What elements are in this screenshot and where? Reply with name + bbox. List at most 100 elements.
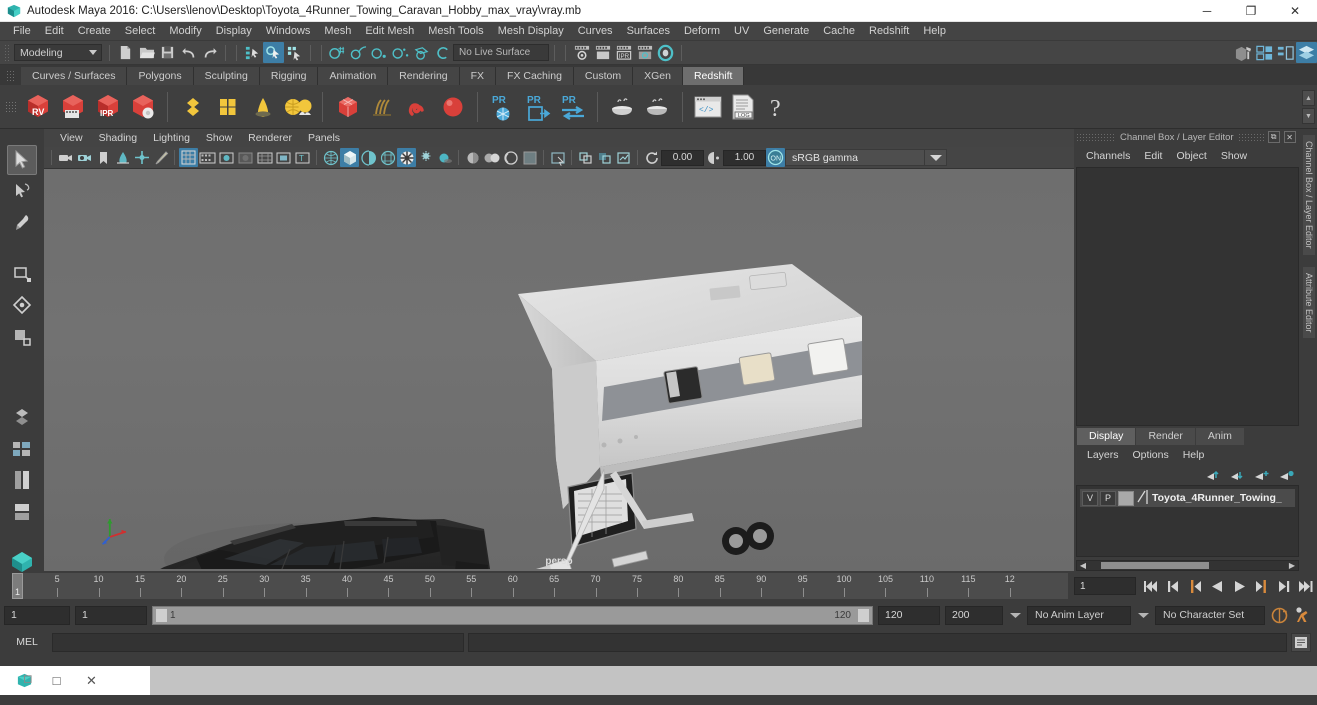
- shelf-button-redshift-help[interactable]: ?: [760, 87, 795, 127]
- field-chart-icon[interactable]: [255, 148, 274, 167]
- channel-box-content[interactable]: [1076, 167, 1299, 426]
- scroll-right-arrow[interactable]: ▶: [1286, 561, 1298, 570]
- go-to-end-button[interactable]: [1296, 576, 1315, 596]
- menu-mesh-tools[interactable]: Mesh Tools: [421, 22, 490, 41]
- step-forward-frame-button[interactable]: [1252, 576, 1271, 596]
- character-set-selector[interactable]: No Character Set: [1155, 605, 1265, 625]
- create-layer-from-selected-icon[interactable]: [1279, 469, 1295, 482]
- menu-generate[interactable]: Generate: [756, 22, 816, 41]
- range-end-time-field[interactable]: 120: [878, 605, 940, 625]
- taskbar-restore-button[interactable]: □: [39, 666, 74, 695]
- close-dock-icon[interactable]: ✕: [1283, 131, 1296, 143]
- image-plane-icon[interactable]: [113, 148, 132, 167]
- shelf-button-redshift-render-settings[interactable]: [125, 87, 160, 127]
- show-attribute-editor-button[interactable]: [1254, 42, 1275, 63]
- menu-edit-mesh[interactable]: Edit Mesh: [358, 22, 421, 41]
- menu-surfaces[interactable]: Surfaces: [620, 22, 677, 41]
- move-layer-down-icon[interactable]: [1230, 469, 1245, 482]
- select-by-object-type-button[interactable]: [263, 42, 284, 63]
- exposure-reset-icon[interactable]: [576, 148, 595, 167]
- redo-previous-render-button[interactable]: [592, 42, 613, 63]
- character-set-dropdown-arrow[interactable]: [1136, 612, 1150, 619]
- anim-start-time-field[interactable]: 1: [4, 605, 70, 625]
- menu-redshift[interactable]: Redshift: [862, 22, 916, 41]
- panel-menu-panels[interactable]: Panels: [300, 129, 348, 147]
- go-to-start-button[interactable]: [1142, 576, 1161, 596]
- shelf-button-redshift-render-sequence[interactable]: [55, 87, 90, 127]
- live-surface-field[interactable]: No Live Surface: [453, 44, 549, 61]
- undock-icon[interactable]: ⧉: [1267, 131, 1280, 143]
- range-start-time-field[interactable]: 1: [75, 605, 147, 625]
- minimize-button[interactable]: ─: [1185, 0, 1229, 22]
- close-button[interactable]: ✕: [1273, 0, 1317, 22]
- layout-single-perspective-button[interactable]: [7, 402, 37, 432]
- render-current-frame-button[interactable]: [571, 42, 592, 63]
- snap-to-points-button[interactable]: [369, 42, 390, 63]
- toggle-sidebar-button[interactable]: [1233, 42, 1254, 63]
- safe-action-icon[interactable]: [274, 148, 293, 167]
- layer-row[interactable]: V P Toyota_4Runner_Towing_: [1080, 489, 1295, 507]
- gamma-refresh-icon[interactable]: [704, 148, 723, 167]
- step-forward-keyframe-button[interactable]: [1274, 576, 1293, 596]
- status-line-grip[interactable]: [4, 43, 11, 62]
- shelf-button-redshift-ipr[interactable]: IPR: [90, 87, 125, 127]
- snap-to-curves-button[interactable]: [348, 42, 369, 63]
- menu-help[interactable]: Help: [916, 22, 953, 41]
- menu-mesh[interactable]: Mesh: [317, 22, 358, 41]
- menu-display[interactable]: Display: [209, 22, 259, 41]
- render-settings-button[interactable]: [634, 42, 655, 63]
- range-slider-bar[interactable]: 1 120: [152, 605, 873, 625]
- play-backwards-button[interactable]: [1208, 576, 1227, 596]
- shelf-scroll-down-button[interactable]: ▼: [1302, 108, 1315, 124]
- show-channel-box-button[interactable]: [1296, 42, 1317, 63]
- panel-menu-renderer[interactable]: Renderer: [240, 129, 300, 147]
- channelbox-menu-channels[interactable]: Channels: [1080, 150, 1136, 162]
- panel-menu-lighting[interactable]: Lighting: [145, 129, 198, 147]
- layer-tab-display[interactable]: Display: [1077, 428, 1136, 445]
- side-tab-channel-box[interactable]: Channel Box / Layer Editor: [1303, 135, 1315, 255]
- safe-title-icon[interactable]: T: [293, 148, 312, 167]
- layer-list[interactable]: V P Toyota_4Runner_Towing_: [1076, 485, 1299, 557]
- snap-to-grids-button[interactable]: [327, 42, 348, 63]
- current-frame-field[interactable]: 1: [1074, 577, 1136, 595]
- shelf-button-redshift-ies-light[interactable]: [245, 87, 280, 127]
- layout-persp-outliner-button[interactable]: [7, 465, 37, 495]
- panel-menu-view[interactable]: View: [52, 129, 91, 147]
- shelf-button-redshift-pr-transfer[interactable]: PR: [555, 87, 590, 127]
- scroll-left-arrow[interactable]: ◀: [1077, 561, 1089, 570]
- shelf-button-redshift-pr-export[interactable]: PR: [520, 87, 555, 127]
- animation-preferences-button[interactable]: [1294, 605, 1313, 625]
- redo-button[interactable]: [199, 42, 220, 63]
- shelf-button-redshift-sphere[interactable]: [435, 87, 470, 127]
- command-language-label[interactable]: MEL: [6, 636, 48, 648]
- shelf-button-redshift-script-editor[interactable]: </>: [690, 87, 725, 127]
- undo-button[interactable]: [178, 42, 199, 63]
- lasso-tool-button[interactable]: [7, 177, 37, 207]
- bookmark-icon[interactable]: [94, 148, 113, 167]
- gate-mask-icon[interactable]: [236, 148, 255, 167]
- save-scene-button[interactable]: [157, 42, 178, 63]
- shelf-options-grip[interactable]: [0, 85, 20, 129]
- play-forwards-button[interactable]: [1230, 576, 1249, 596]
- shelf-tab-curves-surfaces[interactable]: Curves / Surfaces: [21, 67, 128, 85]
- maximize-button[interactable]: ❐: [1229, 0, 1273, 22]
- range-end-handle[interactable]: [857, 607, 870, 623]
- grid-toggle-icon[interactable]: [179, 148, 198, 167]
- time-slider-playhead[interactable]: 1: [12, 573, 23, 599]
- panel-menu-shading[interactable]: Shading: [91, 129, 146, 147]
- command-input-field[interactable]: [52, 632, 464, 652]
- wireframe-shading-icon[interactable]: [321, 148, 340, 167]
- shelf-button-redshift-pr-object[interactable]: PR: [485, 87, 520, 127]
- motion-blur-icon[interactable]: [463, 148, 482, 167]
- colorspace-dropdown-arrow[interactable]: [925, 149, 947, 166]
- shelf-tab-animation[interactable]: Animation: [318, 67, 389, 85]
- layer-menu-layers[interactable]: Layers: [1080, 449, 1126, 461]
- time-slider[interactable]: 1 5 10 15 20 25 30 35 40 45 50 55 60 65 70 75 80 85 90 95 1…: [12, 573, 1068, 599]
- script-editor-button[interactable]: [1291, 632, 1311, 652]
- textured-icon[interactable]: [378, 148, 397, 167]
- side-tab-attribute-editor[interactable]: Attribute Editor: [1303, 266, 1315, 339]
- shelf-tab-custom[interactable]: Custom: [573, 67, 634, 85]
- layer-list-scrollbar[interactable]: ◀ ▶: [1076, 560, 1299, 571]
- anim-end-time-field[interactable]: 200: [945, 605, 1003, 625]
- layer-menu-options[interactable]: Options: [1126, 449, 1176, 461]
